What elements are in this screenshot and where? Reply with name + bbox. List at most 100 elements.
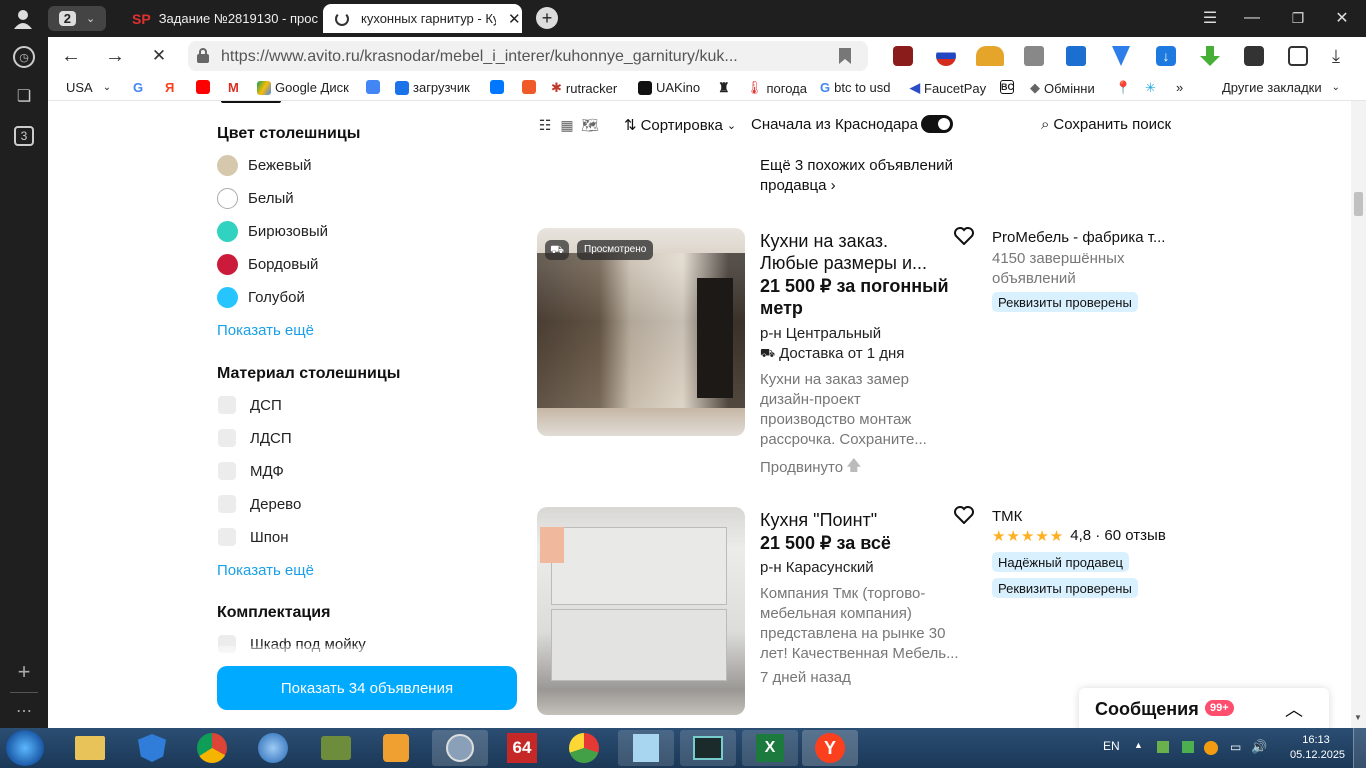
checkbox[interactable] [218,495,236,513]
tray-icon[interactable] [1182,741,1194,753]
messages-widget[interactable]: Сообщения 99+ ︿ [1079,688,1329,728]
clock-app-taskbar-icon[interactable] [432,730,488,766]
chart-app-taskbar-icon[interactable] [556,730,612,766]
defender-taskbar-icon[interactable] [124,730,180,766]
bookmark-uakino[interactable]: UAKino [638,80,700,95]
excel-taskbar-icon[interactable]: X [742,730,798,766]
language-indicator[interactable]: EN [1103,739,1120,753]
vpn-extension-icon[interactable] [936,46,956,66]
savefrom-extension-icon[interactable] [1200,46,1220,66]
bookmark-vk[interactable] [490,80,504,94]
material-checkbox-mdf[interactable]: МДФ [218,462,284,480]
speed-extension-icon[interactable] [976,46,1004,66]
tab-counter-button[interactable]: 2 ⌄ [48,6,106,31]
tab-sdamgia[interactable]: SP Задание №2819130 - прос [122,4,320,33]
listing-title[interactable]: Кухня "Поинт" [760,509,877,531]
listing-photo[interactable]: ⛟ Просмотрено [537,228,745,436]
color-option-white[interactable]: Белый [217,188,294,209]
show-more-materials-link[interactable]: Показать ещё [217,562,314,579]
bookmark-google-drive[interactable]: Google Диск [257,80,349,95]
url-field[interactable]: https://www.avito.ru/krasnodar/mebel_i_i… [188,41,868,71]
aida64-taskbar-icon[interactable]: 64 [494,730,550,766]
app-taskbar-icon[interactable] [308,730,364,766]
chevron-up-icon[interactable]: ︿ [1285,696,1303,722]
material-checkbox-dsp[interactable]: ДСП [218,396,282,414]
color-option-turquoise[interactable]: Бирюзовый [217,221,328,242]
bookmark-icon[interactable] [838,47,852,65]
new-tab-button[interactable]: + [536,7,558,29]
bookmark-f[interactable] [522,80,536,94]
profile-icon[interactable] [10,8,36,30]
color-option-beige[interactable]: Бежевый [217,155,312,176]
bookmark-usa[interactable]: USA ⌄ [66,80,111,95]
more-bookmarks-icon[interactable]: » [1176,80,1183,95]
scrollbar-thumb[interactable] [1354,192,1363,216]
bookmark-maps[interactable]: 📍 [1115,80,1131,96]
bookmark-person[interactable]: ♜ [718,80,730,96]
bookmark-gmail[interactable]: M [228,80,239,95]
show-results-button[interactable]: Показать 34 объявления [217,666,517,710]
minimize-icon[interactable]: — [1242,8,1262,28]
seller-name[interactable]: ProМебель - фабрика т... [992,229,1165,246]
history-icon[interactable]: ◷ [13,46,35,68]
sidebar-badge[interactable]: 3 [14,126,34,146]
grid-view-icon[interactable]: ▦ [559,117,575,133]
page-scrollbar[interactable]: ▼ [1351,101,1366,728]
terminal-taskbar-icon[interactable] [680,730,736,766]
bookmark-exchange[interactable]: ◆ Обмінни [1030,80,1095,96]
start-button[interactable] [6,730,44,766]
more-icon[interactable]: ⋯ [13,700,35,722]
other-bookmarks[interactable]: Другие закладки ⌄ [1222,80,1340,95]
tray-icon[interactable] [1157,741,1169,753]
bookmark-yandex[interactable]: Я [165,80,174,95]
scroll-down-icon[interactable]: ▼ [1354,713,1362,722]
bookmark-star[interactable]: ✳ [1145,80,1156,96]
back-button[interactable]: ← [60,45,82,67]
network-tray-icon[interactable]: ▭ [1230,740,1241,754]
add-panel-icon[interactable]: + [13,659,35,684]
checkbox[interactable] [218,429,236,447]
yandex-browser-taskbar-icon[interactable]: Y [802,730,858,766]
stop-loading-icon[interactable]: ✕ [148,46,170,66]
bookmark-youtube[interactable] [196,80,210,94]
calendar-extension-icon[interactable] [1066,46,1086,66]
chrome-taskbar-icon[interactable] [184,730,240,766]
bookmark-btc[interactable]: Gbtc to usd [820,80,891,95]
system-clock[interactable]: 16:13 05.12.2025 [1290,733,1345,763]
listing-photo[interactable] [537,507,745,715]
checkbox[interactable] [218,528,236,546]
more-from-seller-link[interactable]: Ещё 3 похожих объявлений продавца › [760,156,970,196]
color-option-lightblue[interactable]: Голубой [217,287,305,308]
bookmark-faucetpay[interactable]: ◀ FaucetPay [910,80,986,96]
show-desktop-button[interactable] [1353,728,1366,768]
printer-icon[interactable] [1024,46,1044,66]
volume-icon[interactable]: 🔊 [1251,739,1267,755]
checkbox[interactable] [218,462,236,480]
extensions-icon[interactable] [1288,46,1308,66]
checkbox[interactable] [218,396,236,414]
notes-taskbar-icon[interactable] [618,730,674,766]
download-icon[interactable]: ⤓ [1332,46,1352,66]
bookmark-zagruzchik[interactable]: загрузчик [395,80,470,95]
forward-button[interactable]: → [104,45,126,67]
list-view-icon[interactable]: ☷ [537,117,553,133]
close-window-icon[interactable]: ✕ [1332,8,1352,28]
restore-icon[interactable]: ❐ [1288,8,1308,28]
network-taskbar-icon[interactable] [245,730,301,766]
extension-icon[interactable] [1244,46,1264,66]
bookmark-bc[interactable]: BC [1000,80,1014,94]
favorite-heart-icon[interactable] [954,227,974,246]
color-option-burgundy[interactable]: Бордовый [217,254,318,275]
seller-rating[interactable]: ★★★★★ 4,8 · 60 отзыв [992,527,1174,545]
listing-title[interactable]: Кухни на заказ. Любые размеры и... [760,230,927,274]
material-checkbox-veneer[interactable]: Шпон [218,528,289,546]
close-tab-icon[interactable]: ✕ [508,10,521,28]
extension-icon[interactable] [893,46,913,66]
collections-icon[interactable]: ❏ [13,85,35,107]
show-more-colors-link[interactable]: Показать ещё [217,322,314,339]
download-extension-icon[interactable]: ↓ [1156,46,1176,66]
sort-dropdown[interactable]: ⇅ Сортировка ⌄ [624,116,736,135]
bookmark-translate[interactable] [366,80,380,94]
tab-avito[interactable]: кухонных гарнитур - Ку ✕ [323,4,522,33]
show-hidden-icons[interactable]: ▲ [1134,740,1143,750]
